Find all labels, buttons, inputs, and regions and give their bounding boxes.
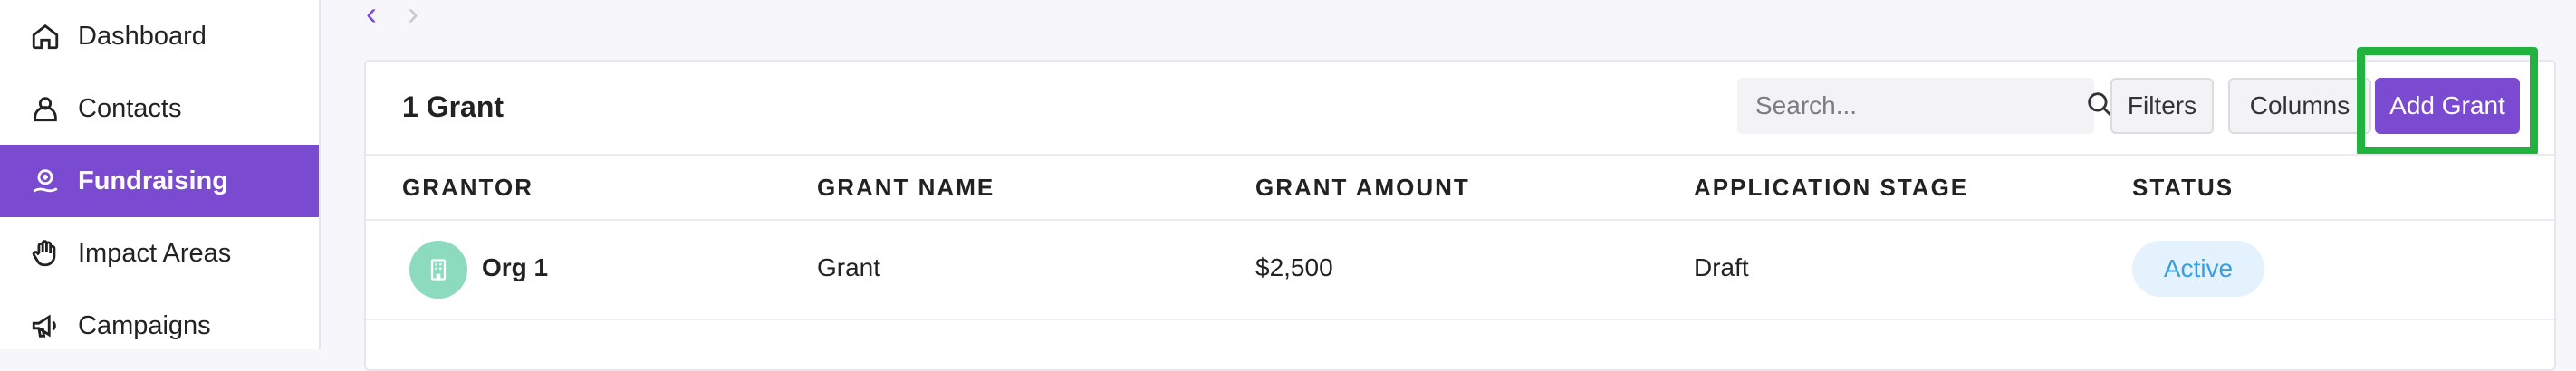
sidebar-item-label: Impact Areas xyxy=(78,238,232,268)
page-title: 1 Grant xyxy=(402,90,505,123)
building-icon xyxy=(430,259,447,281)
hand-icon xyxy=(29,237,62,270)
sidebar-item-label: Campaigns xyxy=(78,310,211,340)
back-arrow-icon[interactable]: ‹ xyxy=(366,0,377,33)
sidebar-item-fundraising[interactable]: Fundraising xyxy=(0,145,319,217)
table-header-divider xyxy=(366,219,2554,221)
grantor-name[interactable]: Org 1 xyxy=(482,253,548,282)
sidebar-item-label: Fundraising xyxy=(78,166,228,195)
column-header-grant-amount[interactable]: GRANT AMOUNT xyxy=(1255,174,1470,202)
column-header-application-stage[interactable]: APPLICATION STAGE xyxy=(1694,174,1968,202)
megaphone-icon xyxy=(29,309,62,342)
grants-card: 1 Grant Filters Columns Add Grant GRANTO… xyxy=(364,47,2556,371)
column-header-status[interactable]: STATUS xyxy=(2132,174,2234,202)
columns-button[interactable]: Columns xyxy=(2228,78,2371,134)
sidebar: Dashboard Contacts Fundraising Impact Ar… xyxy=(0,0,321,349)
column-header-grantor[interactable]: GRANTOR xyxy=(402,174,533,202)
status-badge: Active xyxy=(2132,241,2264,297)
search-box[interactable] xyxy=(1737,78,2112,134)
filters-button[interactable]: Filters xyxy=(2110,78,2214,134)
grant-amount-cell: $2,500 xyxy=(1255,253,1333,281)
sidebar-item-impact-areas[interactable]: Impact Areas xyxy=(0,217,319,290)
header-divider xyxy=(366,154,2554,156)
sidebar-item-label: Contacts xyxy=(78,93,182,123)
donation-icon xyxy=(29,165,62,197)
home-icon xyxy=(29,20,62,52)
sidebar-item-contacts[interactable]: Contacts xyxy=(0,72,319,145)
sidebar-item-label: Dashboard xyxy=(78,21,207,51)
application-stage-cell: Draft xyxy=(1694,253,1749,281)
grant-name-cell: Grant xyxy=(817,253,881,281)
column-header-grant-name[interactable]: GRANT NAME xyxy=(817,174,995,202)
search-input[interactable] xyxy=(1754,90,2084,121)
sidebar-item-dashboard[interactable]: Dashboard xyxy=(0,0,319,72)
org-avatar xyxy=(409,241,467,299)
row-divider xyxy=(366,319,2554,320)
person-icon xyxy=(29,92,62,125)
forward-arrow-icon[interactable]: › xyxy=(408,0,418,33)
add-grant-button[interactable]: Add Grant xyxy=(2375,78,2520,134)
sidebar-item-campaigns[interactable]: Campaigns xyxy=(0,290,319,362)
